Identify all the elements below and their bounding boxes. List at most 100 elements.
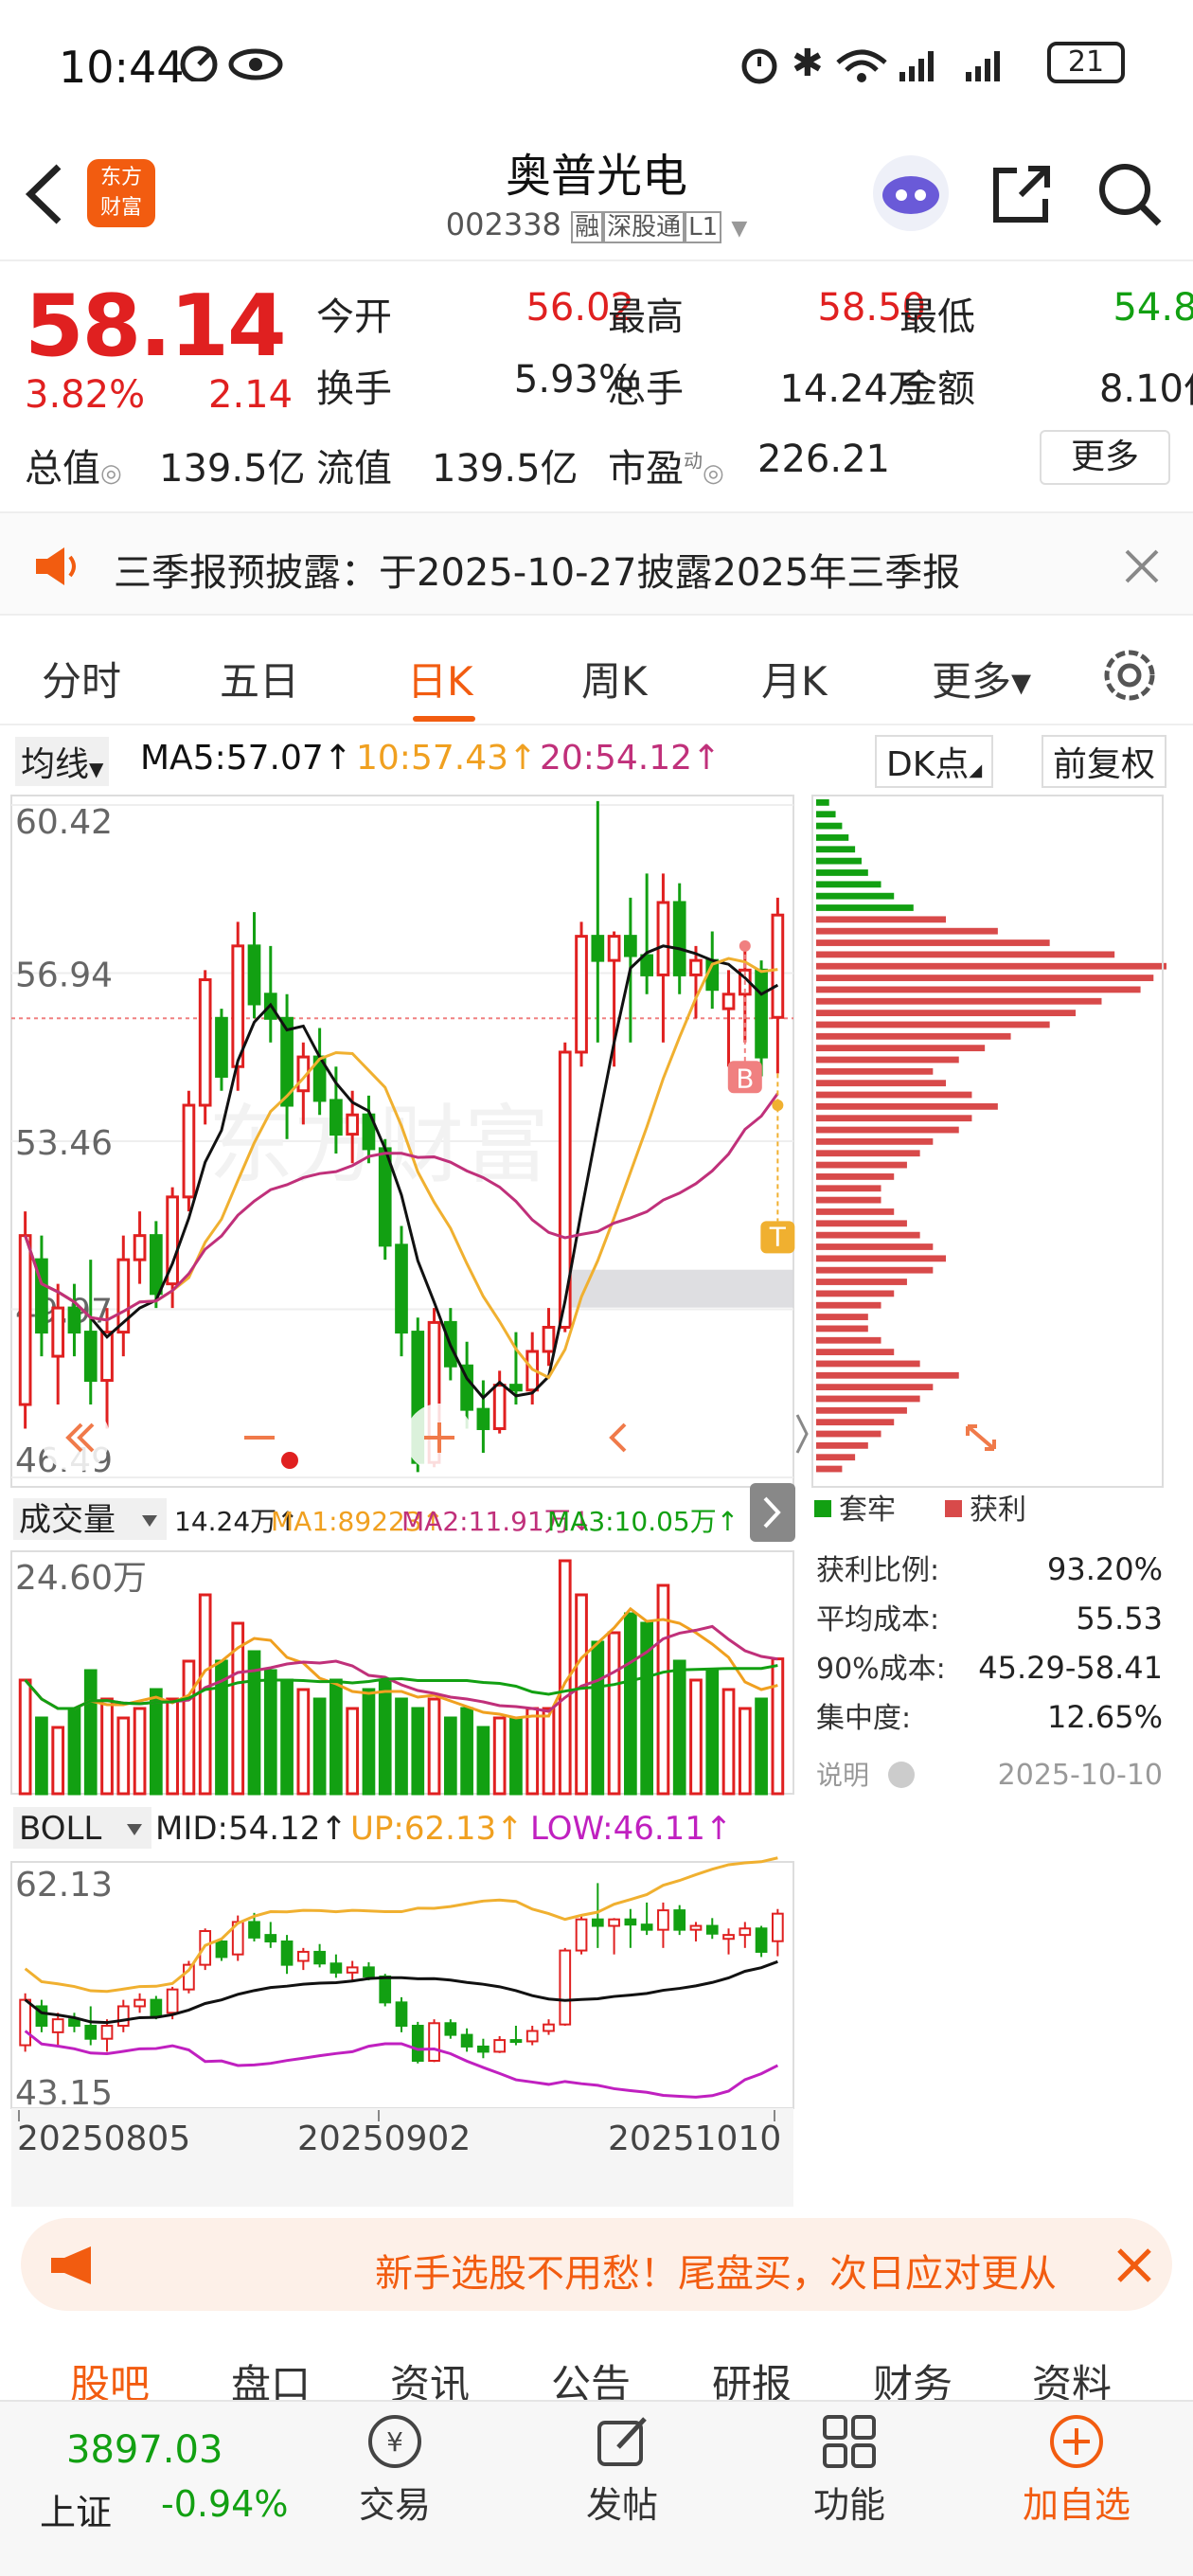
chip-bar	[816, 869, 868, 876]
boll-candle-body	[772, 1912, 784, 1942]
close-icon[interactable]	[1123, 547, 1161, 589]
candle-body	[607, 935, 621, 962]
content-tab-3[interactable]: 公告	[551, 2352, 631, 2402]
tab-3[interactable]: 周K	[581, 650, 648, 707]
alarm-icon	[739, 44, 780, 89]
total-cap-label: 总值◎	[25, 447, 122, 491]
more-button[interactable]: 更多	[1040, 430, 1170, 485]
prev-icon[interactable]	[585, 1404, 653, 1472]
chip-note-label: 说明	[816, 1760, 869, 1791]
chip-bar	[816, 1021, 1050, 1029]
boll-candle-body	[624, 1918, 637, 1926]
chip-bar	[816, 811, 836, 818]
legend-hold-label: 套牢	[839, 1494, 896, 1527]
chip-bar	[816, 1102, 998, 1110]
support-zone	[559, 1269, 793, 1308]
info-icon	[888, 1762, 915, 1788]
chip-bar	[816, 846, 856, 853]
badge-level: L1	[685, 211, 722, 243]
chip-bar	[816, 1231, 920, 1239]
nav-add-watch[interactable]: 加自选	[1015, 2411, 1138, 2528]
change-pct: 3.82%	[25, 373, 146, 417]
volume-bar	[116, 1716, 131, 1796]
ad-banner[interactable]: 新手选股不用愁！尾盘买，次日应对更从	[21, 2218, 1172, 2311]
sell-marker-label: T	[769, 1221, 787, 1252]
quote-label: 最高	[608, 295, 684, 339]
volume-bar	[346, 1707, 360, 1796]
candle-body	[51, 1306, 65, 1358]
chip-bar	[816, 1301, 881, 1309]
notice-text: 三季报预披露：于2025-10-27披露2025年三季报	[114, 551, 961, 595]
volume-bar	[607, 1631, 621, 1796]
indicator-select[interactable]: 均线▼	[15, 737, 110, 786]
tab-1[interactable]: 五日	[220, 650, 299, 707]
adjust-button[interactable]: 前复权	[1042, 735, 1167, 788]
fullscreen-icon[interactable]	[947, 1404, 1015, 1472]
content-tab-6[interactable]: 资料	[1032, 2352, 1112, 2402]
chip-bar	[816, 1080, 947, 1087]
ad-close-icon[interactable]	[1115, 2246, 1153, 2288]
chip-bar	[816, 1032, 1011, 1040]
tab-0[interactable]: 分时	[42, 650, 121, 707]
zoom-in-icon[interactable]	[405, 1404, 473, 1472]
content-tab-4[interactable]: 研报	[712, 2352, 792, 2402]
boll-candle-body	[280, 1940, 294, 1966]
content-tab-2[interactable]: 资讯	[390, 2352, 470, 2402]
content-tab-1[interactable]: 盘口	[231, 2352, 311, 2402]
legend-profit-swatch	[945, 1500, 962, 1517]
chip-bar	[816, 1243, 934, 1250]
volume-bar	[166, 1697, 179, 1796]
chip-bar	[816, 1360, 920, 1368]
volume-bar	[312, 1697, 327, 1796]
quote-value: 5.93%	[513, 358, 634, 402]
volume-bar	[721, 1688, 736, 1796]
chip-date: 2025-10-10	[998, 1759, 1163, 1792]
boll-candle-body	[722, 1934, 735, 1941]
kline-chart[interactable]: 60.4256.9453.4649.9746.49东方财富BT成交量14.24万…	[0, 786, 1193, 2207]
candle-body	[346, 1113, 360, 1136]
volume-bar	[51, 1726, 65, 1796]
period-tabs: 分时 五日 日K 周K 月K 更多▾	[0, 621, 1193, 725]
content-tab-5[interactable]: 财务	[873, 2352, 953, 2402]
chip-bar	[816, 1220, 907, 1227]
boll-candle-body	[640, 1923, 653, 1931]
boll-candle-body	[525, 2030, 539, 2043]
nav-post[interactable]: 发帖	[579, 2411, 665, 2528]
chip-stat-label: 90%成本:	[816, 1653, 946, 1686]
chip-bar	[816, 1091, 972, 1099]
chip-distribution	[816, 799, 1166, 1473]
price-axis-label: 56.94	[15, 957, 113, 995]
tab-5[interactable]: 更多▾	[932, 650, 1031, 707]
tab-2[interactable]: 日K	[407, 650, 473, 707]
assistant-avatar[interactable]	[871, 153, 951, 237]
expand-button[interactable]	[750, 1483, 795, 1542]
chip-bar	[816, 1185, 881, 1192]
scroll-left-icon[interactable]	[42, 1404, 110, 1472]
settings-icon[interactable]	[1100, 646, 1159, 708]
tab-4[interactable]: 月K	[761, 650, 828, 707]
prev-icon-bg	[585, 1404, 653, 1472]
boll-candle-body	[116, 2005, 130, 2028]
date-label: 20250805	[17, 2120, 190, 2158]
volume-bar	[329, 1678, 343, 1796]
dropdown-icon: ▼	[731, 217, 748, 241]
chip-bar	[816, 1454, 856, 1461]
badge-margin: 融	[571, 211, 604, 243]
boll-candle-body	[755, 1927, 768, 1953]
dk-point-button[interactable]: DK点◢	[875, 735, 994, 788]
content-tab-0[interactable]: 股吧	[70, 2352, 150, 2402]
volume-bar	[476, 1726, 490, 1796]
notice-bar[interactable]: 三季报预披露：于2025-10-27披露2025年三季报	[0, 511, 1193, 616]
candle-body	[231, 944, 245, 1068]
search-icon[interactable]	[1095, 159, 1165, 233]
chip-bar	[816, 927, 998, 935]
candle-body	[476, 1407, 490, 1431]
share-icon[interactable]	[988, 161, 1055, 231]
volume-bar	[624, 1612, 637, 1796]
volume-bar	[280, 1678, 294, 1796]
nav-trade[interactable]: ¥ 交易	[352, 2411, 437, 2528]
index-value[interactable]: 3897.03	[66, 2428, 223, 2472]
nav-function[interactable]: 功能	[807, 2411, 892, 2528]
vol-ma3: MA3:10.05万↑	[547, 1506, 739, 1537]
quote-panel: 58.14 3.82% 2.14 今开 56.02最高 58.50最低 54.86 换手…	[0, 263, 1193, 500]
